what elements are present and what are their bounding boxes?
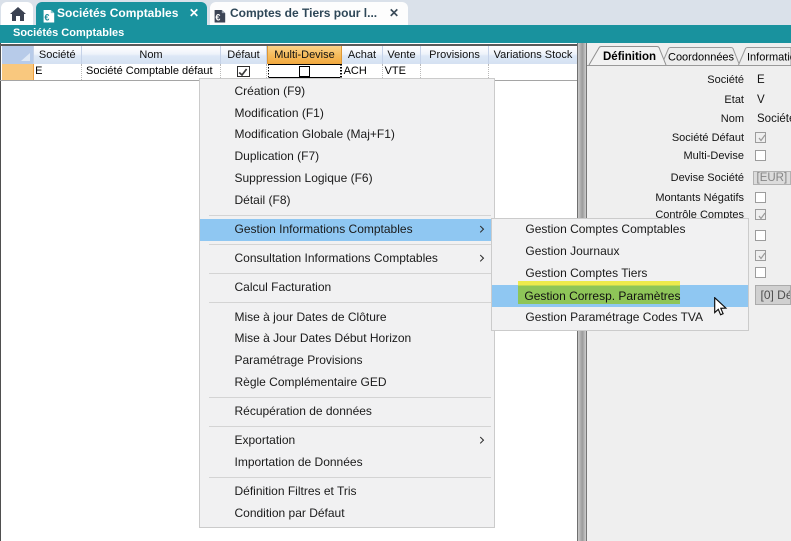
- svg-text:Information: Information: [747, 52, 791, 64]
- svg-text:€: €: [215, 12, 220, 22]
- svg-text:€: €: [44, 12, 49, 22]
- svg-text:Définition: Définition: [603, 51, 656, 63]
- svg-text:Coordonnées: Coordonnées: [668, 52, 735, 64]
